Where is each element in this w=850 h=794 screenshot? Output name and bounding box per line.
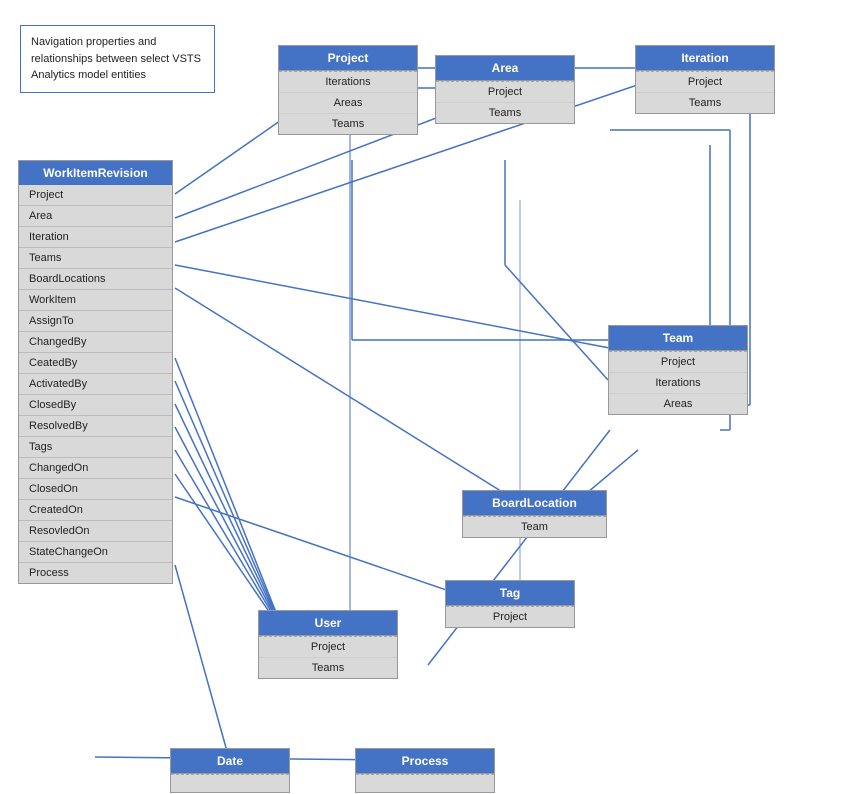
entity-boardlocation: BoardLocation Team <box>462 490 607 538</box>
wir-row-resolvedby: ResolvedBy <box>19 416 172 437</box>
wir-row-assignto: AssignTo <box>19 311 172 332</box>
team-row-areas: Areas <box>609 394 747 414</box>
wir-row-tags: Tags <box>19 437 172 458</box>
wir-row-activatedby: ActivatedBy <box>19 374 172 395</box>
entity-iteration-header: Iteration <box>636 46 774 71</box>
wir-row-closedon: ClosedOn <box>19 479 172 500</box>
diagram-container: Navigation properties and relationships … <box>0 0 850 794</box>
entity-tag-body: Project <box>446 606 574 627</box>
entity-process-body <box>356 774 494 792</box>
wir-row-closedby: ClosedBy <box>19 395 172 416</box>
user-row-project: Project <box>259 637 397 658</box>
entity-team-header: Team <box>609 326 747 351</box>
wir-row-changedon: ChangedOn <box>19 458 172 479</box>
entity-tag-header: Tag <box>446 581 574 606</box>
entity-project-header: Project <box>279 46 417 71</box>
iteration-row-teams: Teams <box>636 93 774 113</box>
wir-row-project: Project <box>19 185 172 206</box>
wir-row-iteration: Iteration <box>19 227 172 248</box>
entity-project: Project Iterations Areas Teams <box>278 45 418 135</box>
entity-tag: Tag Project <box>445 580 575 628</box>
wir-row-teams: Teams <box>19 248 172 269</box>
entity-area: Area Project Teams <box>435 55 575 124</box>
entity-process-header: Process <box>356 749 494 774</box>
iteration-row-project: Project <box>636 72 774 93</box>
entity-user: User Project Teams <box>258 610 398 679</box>
note-box: Navigation properties and relationships … <box>20 25 215 93</box>
project-row-areas: Areas <box>279 93 417 114</box>
entity-area-body: Project Teams <box>436 81 574 123</box>
entity-date: Date <box>170 748 290 793</box>
team-row-project: Project <box>609 352 747 373</box>
entity-user-header: User <box>259 611 397 636</box>
entity-date-body <box>171 774 289 792</box>
wir-row-resovledon: ResovledOn <box>19 521 172 542</box>
entity-iteration: Iteration Project Teams <box>635 45 775 114</box>
note-text: Navigation properties and relationships … <box>31 36 201 81</box>
entity-area-header: Area <box>436 56 574 81</box>
entity-workitemrevision-header: WorkItemRevision <box>19 161 172 185</box>
entity-boardlocation-body: Team <box>463 516 606 537</box>
wir-row-ceatedby: CeatedBy <box>19 353 172 374</box>
entity-team-body: Project Iterations Areas <box>609 351 747 414</box>
wir-row-createdon: CreatedOn <box>19 500 172 521</box>
entity-date-header: Date <box>171 749 289 774</box>
project-row-teams: Teams <box>279 114 417 134</box>
tag-row-project: Project <box>446 607 574 627</box>
wir-row-process: Process <box>19 563 172 583</box>
boardlocation-row-team: Team <box>463 517 606 537</box>
wir-row-changedby: ChangedBy <box>19 332 172 353</box>
entity-process: Process <box>355 748 495 793</box>
project-row-iterations: Iterations <box>279 72 417 93</box>
entity-iteration-body: Project Teams <box>636 71 774 113</box>
entity-project-body: Iterations Areas Teams <box>279 71 417 134</box>
entity-workitemrevision: WorkItemRevision Project Area Iteration … <box>18 160 173 584</box>
area-row-project: Project <box>436 82 574 103</box>
area-row-teams: Teams <box>436 103 574 123</box>
entity-user-body: Project Teams <box>259 636 397 678</box>
user-row-teams: Teams <box>259 658 397 678</box>
team-row-iterations: Iterations <box>609 373 747 394</box>
wir-row-workitem: WorkItem <box>19 290 172 311</box>
wir-row-statechangeon: StateChangeOn <box>19 542 172 563</box>
entity-boardlocation-header: BoardLocation <box>463 491 606 516</box>
wir-row-boardlocations: BoardLocations <box>19 269 172 290</box>
wir-row-area: Area <box>19 206 172 227</box>
entity-team: Team Project Iterations Areas <box>608 325 748 415</box>
